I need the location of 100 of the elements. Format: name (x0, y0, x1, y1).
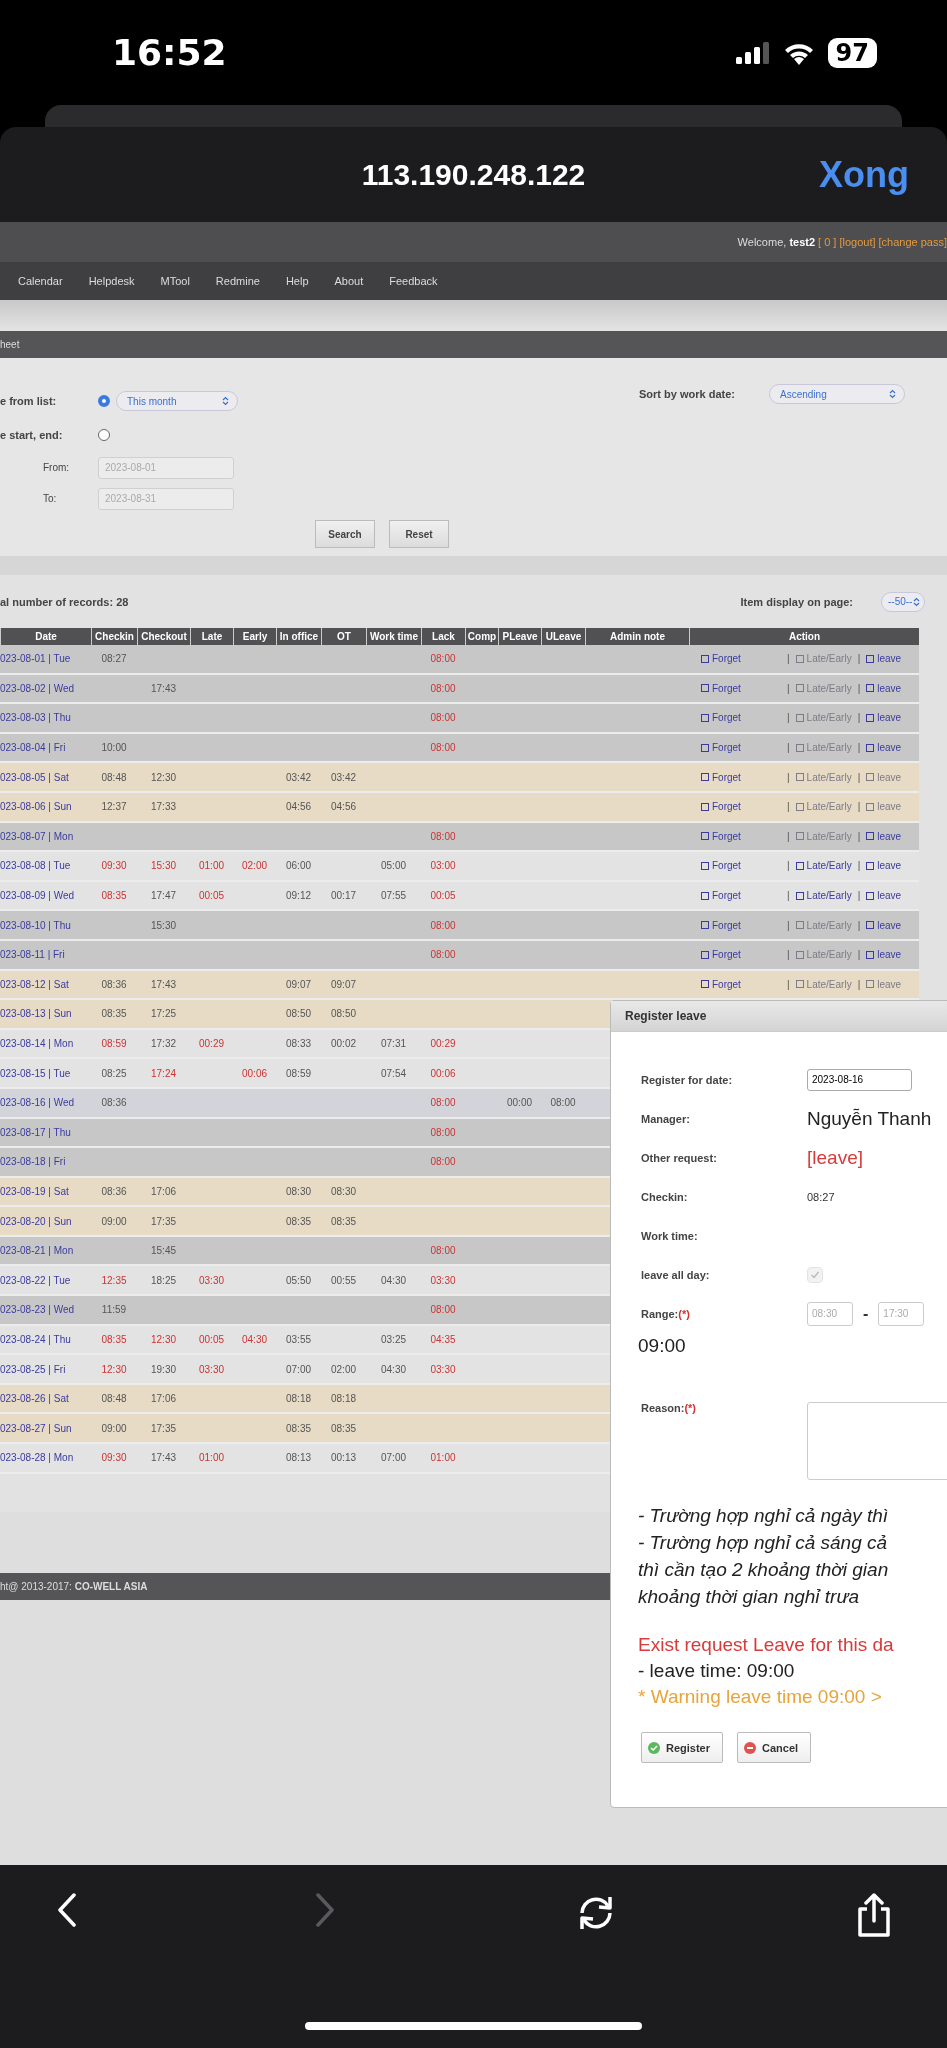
period-select[interactable]: This month (116, 391, 238, 411)
date-link[interactable]: 023-08-20 | Sun (0, 1215, 91, 1227)
nav-item[interactable]: Calendar (18, 275, 63, 287)
sort-select[interactable]: Ascending (769, 384, 905, 404)
register-button[interactable]: Register (641, 1732, 724, 1763)
action-link[interactable]: leave (866, 682, 902, 694)
date-link[interactable]: 023-08-02 | Wed (0, 682, 91, 694)
nav-item[interactable]: Redmine (215, 275, 260, 287)
nav-item[interactable]: Helpdesk (88, 275, 135, 287)
date-link[interactable]: 023-08-12 | Sat (0, 978, 91, 990)
action-link[interactable]: Forget (701, 742, 781, 754)
date-link[interactable]: 023-08-16 | Wed (0, 1097, 91, 1109)
date-link[interactable]: 023-08-08 | Tue (0, 860, 91, 872)
date-link[interactable]: 023-08-27 | Sun (0, 1422, 91, 1434)
date-link[interactable]: 023-08-04 | Fri (0, 742, 91, 754)
form-button[interactable]: Search (315, 520, 375, 548)
action-link[interactable]: leave (866, 653, 902, 665)
checkbox-icon (866, 861, 875, 870)
date-link[interactable]: 023-08-03 | Thu (0, 712, 91, 724)
date-link[interactable]: 023-08-18 | Fri (0, 1156, 91, 1168)
nav-item[interactable]: About (334, 275, 364, 287)
checkbox-icon (701, 802, 709, 811)
date-link[interactable]: 023-08-11 | Fri (0, 949, 91, 961)
nav-item[interactable]: Feedback (389, 275, 438, 287)
table-cell-text: 08:13 (285, 1452, 312, 1464)
action-link[interactable]: Forget (701, 949, 781, 961)
action-link[interactable]: Forget (701, 653, 781, 665)
date-link[interactable]: 023-08-09 | Wed (0, 890, 91, 902)
table-cell-text: 17:33 (150, 801, 177, 813)
action-link[interactable]: Late/Early (795, 860, 852, 872)
date-link[interactable]: 023-08-13 | Sun (0, 1008, 91, 1020)
battery-level: 97 (827, 37, 877, 68)
table-cell-text: 15:30 (150, 919, 177, 931)
date-link[interactable]: 023-08-05 | Sat (0, 771, 91, 783)
action-link[interactable]: leave (866, 890, 902, 902)
action-link[interactable]: leave (866, 830, 902, 842)
date-link[interactable]: 023-08-24 | Thu (0, 1333, 91, 1345)
done-button[interactable]: Xong (819, 153, 909, 196)
action-link[interactable]: Forget (701, 860, 781, 872)
action-link[interactable]: leave (866, 919, 902, 931)
checkbox-icon (795, 832, 804, 841)
date-field[interactable]: 2023-08-16 (807, 1068, 912, 1091)
notification-count[interactable]: [ 0 ] (818, 236, 837, 248)
date-link[interactable]: 023-08-21 | Mon (0, 1245, 91, 1257)
date-link[interactable]: 023-08-17 | Thu (0, 1126, 91, 1138)
date-link[interactable]: 023-08-22 | Tue (0, 1274, 91, 1286)
action-link[interactable]: Forget (701, 771, 781, 783)
table-cell-text: 01:00 (429, 1452, 457, 1464)
date-link[interactable]: 023-08-01 | Tue (0, 653, 91, 665)
request-link[interactable]: [leave] (807, 1146, 863, 1169)
action-link[interactable]: leave (866, 712, 902, 724)
cancel-button[interactable]: Cancel (737, 1732, 812, 1763)
action-link[interactable]: Forget (701, 830, 781, 842)
page-size-select[interactable]: --50-- (881, 591, 925, 612)
action-link[interactable]: leave (866, 742, 902, 754)
date-link[interactable]: 023-08-06 | Sun (0, 801, 91, 813)
table-cell-text: 08:00 (429, 1245, 457, 1257)
table-cell-text: 17:24 (150, 1067, 177, 1079)
date-link[interactable]: 023-08-26 | Sat (0, 1393, 91, 1405)
action-link[interactable]: Late/Early (795, 890, 852, 902)
table-cell-text: 08:35 (100, 1008, 128, 1020)
checkmark-icon (810, 1269, 820, 1280)
date-link[interactable]: 023-08-25 | Fri (0, 1363, 91, 1375)
reason-field[interactable] (807, 1402, 947, 1480)
field-label: From: (42, 462, 71, 473)
checkbox-icon (795, 921, 804, 930)
back-icon[interactable] (57, 1893, 77, 1927)
date-link[interactable]: 023-08-10 | Thu (0, 919, 91, 931)
message-text: * Warning leave time 09:00 > (638, 1685, 883, 1709)
table-cell-text: 17:43 (150, 978, 177, 990)
account-link[interactable]: [change pass] (878, 236, 947, 248)
action-link[interactable]: Forget (701, 682, 781, 694)
nav-item[interactable]: Help (285, 275, 309, 287)
nav-item[interactable]: MTool (160, 275, 190, 287)
table-cell-text: 08:35 (285, 1422, 312, 1434)
action-link[interactable]: Forget (701, 890, 781, 902)
action-link[interactable]: Forget (701, 919, 781, 931)
date-link[interactable]: 023-08-28 | Mon (0, 1452, 91, 1464)
table-cell-text: 12:30 (150, 771, 177, 783)
date-link[interactable]: 023-08-14 | Mon (0, 1038, 91, 1049)
action-link[interactable]: Forget (701, 712, 781, 724)
date-link[interactable]: 023-08-23 | Wed (0, 1304, 91, 1316)
table-cell-text: 18:25 (150, 1274, 177, 1286)
table-cell-text: 03:55 (285, 1333, 312, 1345)
date-link[interactable]: 023-08-15 | Tue (0, 1067, 91, 1079)
form-button[interactable]: Reset (389, 520, 449, 548)
date-link[interactable]: 023-08-07 | Mon (0, 830, 91, 842)
action-link[interactable]: leave (866, 949, 902, 961)
share-icon[interactable] (856, 1893, 892, 1937)
table-cell-text: 08:35 (285, 1215, 312, 1227)
date-link[interactable]: 023-08-19 | Sat (0, 1186, 91, 1197)
action-link[interactable]: leave (866, 860, 902, 872)
action-link[interactable]: Forget (701, 978, 781, 990)
radio-button[interactable] (98, 395, 110, 407)
action-link[interactable]: Forget (701, 801, 781, 813)
checkbox-icon (866, 743, 875, 752)
radio-button[interactable] (98, 429, 110, 441)
account-link[interactable]: [logout] (839, 236, 876, 248)
table-cell-text: 08:50 (285, 1008, 312, 1020)
table-cell-text: 00:13 (330, 1452, 357, 1464)
